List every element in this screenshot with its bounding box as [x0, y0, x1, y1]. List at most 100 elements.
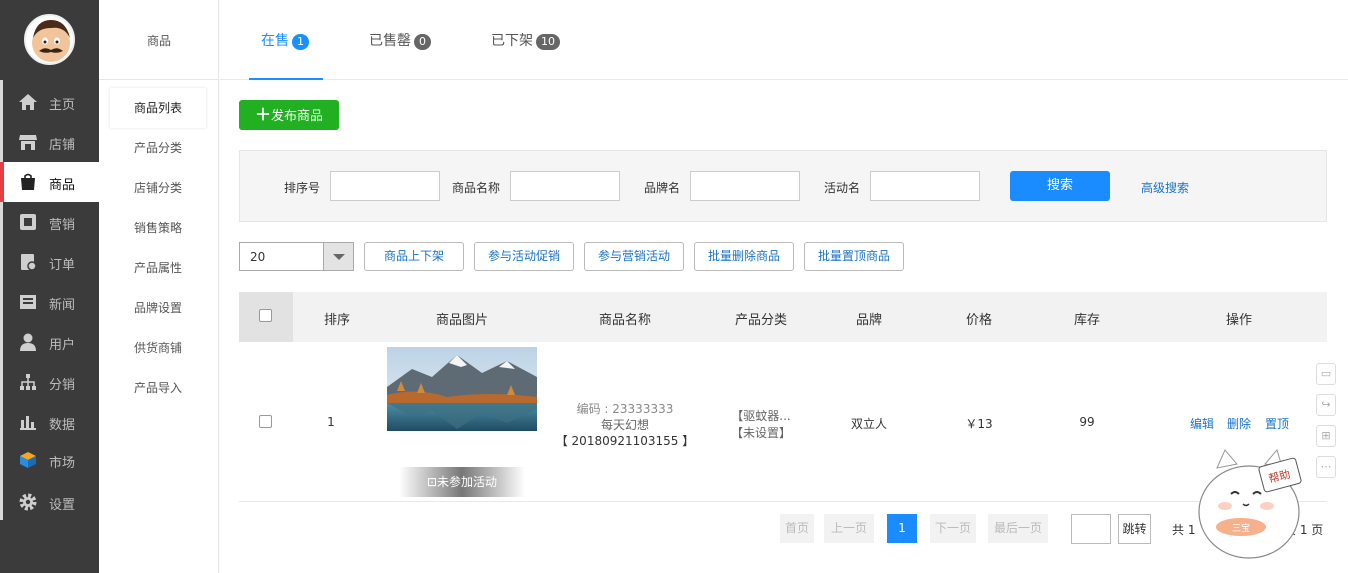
product-brand: 双立人: [850, 417, 887, 431]
join-marketing-button[interactable]: 参与营销活动: [584, 242, 684, 271]
comment-icon[interactable]: ▭: [1316, 363, 1336, 385]
sub-item-product-list[interactable]: 商品列表: [110, 88, 206, 128]
nav-label-order: 订单: [49, 258, 76, 273]
header-image: 商品图片: [435, 313, 488, 328]
sub-nav-title: 商品: [146, 34, 171, 48]
product-name-input[interactable]: [510, 171, 620, 201]
count-badge: 10: [536, 34, 560, 50]
advanced-search-link[interactable]: 高级搜索: [1141, 179, 1189, 196]
prev-page-button[interactable]: 上一页: [824, 514, 874, 543]
page-size-select[interactable]: 20: [239, 242, 354, 271]
main-content: 在售 1 已售罄 0 已下架 10 ＋发布商品 排序号 商品名称 品牌名 活动名 搜索…: [220, 0, 1348, 573]
edit-link[interactable]: 编辑: [1190, 415, 1214, 432]
nav-item-news[interactable]: 新闻: [0, 282, 99, 322]
nav-label-shop: 店铺: [49, 138, 76, 153]
current-page-button[interactable]: 1: [887, 514, 917, 543]
nav-item-home[interactable]: 主页: [0, 82, 99, 122]
delete-link[interactable]: 删除: [1227, 415, 1251, 432]
table-header: 排序 商品图片 商品名称 产品分类 品牌 价格 库存 操作: [239, 292, 1327, 342]
join-promotion-button[interactable]: 参与活动促销: [474, 242, 574, 271]
batch-pin-button[interactable]: 批量置顶商品: [804, 242, 904, 271]
nav-label-user: 用户: [49, 338, 76, 353]
active-tab-indicator: [249, 78, 323, 80]
header-category: 产品分类: [734, 313, 787, 328]
page-jump-button[interactable]: 跳转: [1118, 514, 1151, 544]
product-category: 【驱蚊器...: [731, 409, 791, 423]
activity-status-badge: ⊡未参加活动: [399, 467, 525, 497]
last-page-button[interactable]: 最后一页: [988, 514, 1048, 543]
nav-label-goods: 商品: [49, 178, 76, 193]
nav-label-distribution: 分销: [49, 378, 76, 393]
nav-item-goods[interactable]: 商品: [0, 162, 99, 202]
filter-panel: 排序号 商品名称 品牌名 活动名 搜索 高级搜索: [239, 150, 1327, 222]
tab-off-shelf[interactable]: 已下架 10: [491, 30, 560, 50]
toggle-shelf-button[interactable]: 商品上下架: [364, 242, 464, 271]
header-name: 商品名称: [598, 313, 651, 328]
sort-input[interactable]: [330, 171, 440, 201]
select-all-checkbox[interactable]: [259, 309, 272, 322]
sub-item-shop-category[interactable]: 店铺分类: [110, 168, 206, 208]
activity-name-label: 活动名: [824, 181, 861, 195]
help-mascot[interactable]: 帮助 三宝: [1195, 448, 1305, 560]
count-badge: 1: [292, 34, 309, 50]
table-row: 1 ⊡未参加活动 编码 : 23333333 每天幻想 【 2018092110…: [239, 342, 1336, 502]
first-page-button[interactable]: 首页: [780, 514, 814, 543]
nav-item-shop[interactable]: 店铺: [0, 122, 99, 162]
tab-on-sale[interactable]: 在售 1: [261, 30, 309, 50]
pin-top-link[interactable]: 置顶: [1265, 415, 1289, 432]
shop-icon: [18, 132, 38, 152]
header-order: 排序: [323, 313, 350, 328]
nav-item-data[interactable]: 数据: [0, 402, 99, 442]
nav-item-distribution[interactable]: 分销: [0, 362, 99, 402]
activity-name-input[interactable]: [870, 171, 980, 201]
product-thumbnail[interactable]: [387, 347, 537, 431]
user-icon: [18, 332, 38, 352]
sub-item-sales-strategy[interactable]: 销售策略: [110, 208, 206, 248]
batch-delete-button[interactable]: 批量删除商品: [694, 242, 794, 271]
news-icon: [18, 292, 38, 312]
nav-item-settings[interactable]: 设置: [0, 482, 99, 522]
nav-label-marketing: 营销: [49, 218, 76, 233]
nav-item-order[interactable]: 订单: [0, 242, 99, 282]
page-jump-input[interactable]: [1071, 514, 1111, 544]
nav-item-user[interactable]: 用户: [0, 322, 99, 362]
sub-item-product-category[interactable]: 产品分类: [110, 128, 206, 168]
search-button[interactable]: 搜索: [1010, 171, 1110, 201]
brand-name-input[interactable]: [690, 171, 800, 201]
header-brand: 品牌: [855, 313, 882, 328]
sub-item-product-import[interactable]: 产品导入: [110, 368, 206, 408]
sort-label: 排序号: [284, 181, 321, 195]
count-badge: 0: [414, 34, 431, 50]
gear-icon: [18, 492, 38, 512]
product-name[interactable]: 每天幻想: [555, 416, 695, 433]
avatar[interactable]: [24, 14, 75, 65]
tab-sold-out[interactable]: 已售罄 0: [369, 30, 431, 50]
tab-label: 在售: [261, 33, 289, 49]
more-icon[interactable]: ⋯: [1316, 456, 1336, 478]
header-price: 价格: [965, 313, 992, 328]
nav-item-marketing[interactable]: 营销: [0, 202, 99, 242]
order-icon: [18, 252, 38, 272]
sub-item-suppliers[interactable]: 供货商铺: [110, 328, 206, 368]
select-all-cell: [239, 292, 293, 342]
product-stock: 99: [1079, 415, 1095, 429]
product-name-label: 商品名称: [452, 181, 501, 195]
row-checkbox[interactable]: [259, 415, 272, 428]
sub-item-product-attributes[interactable]: 产品属性: [110, 248, 206, 288]
publish-label: 发布商品: [271, 109, 324, 124]
next-page-button[interactable]: 下一页: [930, 514, 976, 543]
distribution-icon: [18, 372, 38, 392]
publish-product-button[interactable]: ＋发布商品: [239, 100, 339, 130]
marketing-icon: [18, 212, 38, 232]
nav-label-market: 市场: [49, 456, 76, 471]
sub-item-brand-settings[interactable]: 品牌设置: [110, 288, 206, 328]
row-order: 1: [327, 415, 335, 429]
nav-item-market[interactable]: 市场: [0, 440, 99, 480]
history-icon[interactable]: ⊞: [1316, 425, 1336, 447]
chart-icon: [18, 412, 38, 432]
page-size-value: 20: [250, 250, 266, 264]
main-nav: 主页 店铺 商品 营销 订单 新闻 用户 分销 数据 市场 设置: [0, 0, 99, 573]
share-icon[interactable]: ↪: [1316, 394, 1336, 416]
total-count-text: 共 1: [1172, 523, 1196, 537]
chevron-down-icon: [323, 243, 353, 270]
